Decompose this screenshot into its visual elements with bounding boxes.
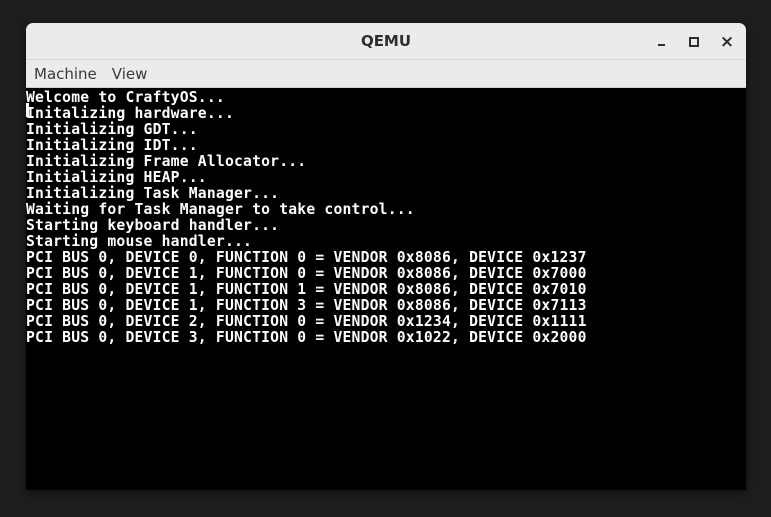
minimize-icon — [657, 44, 665, 46]
close-button[interactable]: × — [716, 31, 738, 53]
console-line-pci: PCI BUS 0, DEVICE 1, FUNCTION 1 = VENDOR… — [26, 281, 587, 298]
console-line: Initializing Frame Allocator... — [26, 153, 307, 170]
console-line: Waiting for Task Manager to take control… — [26, 201, 415, 218]
menu-view[interactable]: View — [104, 60, 155, 88]
window-title: QEMU — [360, 32, 412, 50]
console-line: Initializing IDT... — [26, 137, 198, 154]
close-icon: × — [719, 31, 735, 52]
console-line-pci: PCI BUS 0, DEVICE 0, FUNCTION 0 = VENDOR… — [26, 249, 587, 266]
console-line: Initializing Task Manager... — [26, 185, 280, 202]
console-line-welcome: Welcome to CraftyOS... — [26, 89, 225, 117]
console-line-pci: PCI BUS 0, DEVICE 2, FUNCTION 0 = VENDOR… — [26, 313, 587, 330]
menu-bar: Machine View — [26, 60, 746, 88]
title-bar[interactable]: QEMU × — [26, 23, 746, 60]
qemu-window: QEMU × Machine View Welcome to CraftyOS.… — [26, 23, 746, 490]
minimize-button[interactable] — [650, 31, 672, 53]
vm-display[interactable]: Welcome to CraftyOS... Initalizing hardw… — [26, 88, 746, 490]
console-line-pci: PCI BUS 0, DEVICE 3, FUNCTION 0 = VENDOR… — [26, 329, 587, 346]
maximize-button[interactable] — [683, 31, 705, 53]
console-output: Welcome to CraftyOS... Initalizing hardw… — [26, 90, 587, 346]
console-line: Initalizing hardware... — [26, 105, 234, 122]
console-line-pci: PCI BUS 0, DEVICE 1, FUNCTION 3 = VENDOR… — [26, 297, 587, 314]
console-line: Starting keyboard handler... — [26, 217, 280, 234]
console-line-pci: PCI BUS 0, DEVICE 1, FUNCTION 0 = VENDOR… — [26, 265, 587, 282]
console-line: Initializing GDT... — [26, 121, 198, 138]
console-line: Starting mouse handler... — [26, 233, 253, 250]
menu-machine[interactable]: Machine — [26, 60, 104, 88]
console-line: Initializing HEAP... — [26, 169, 207, 186]
maximize-icon — [689, 37, 699, 47]
